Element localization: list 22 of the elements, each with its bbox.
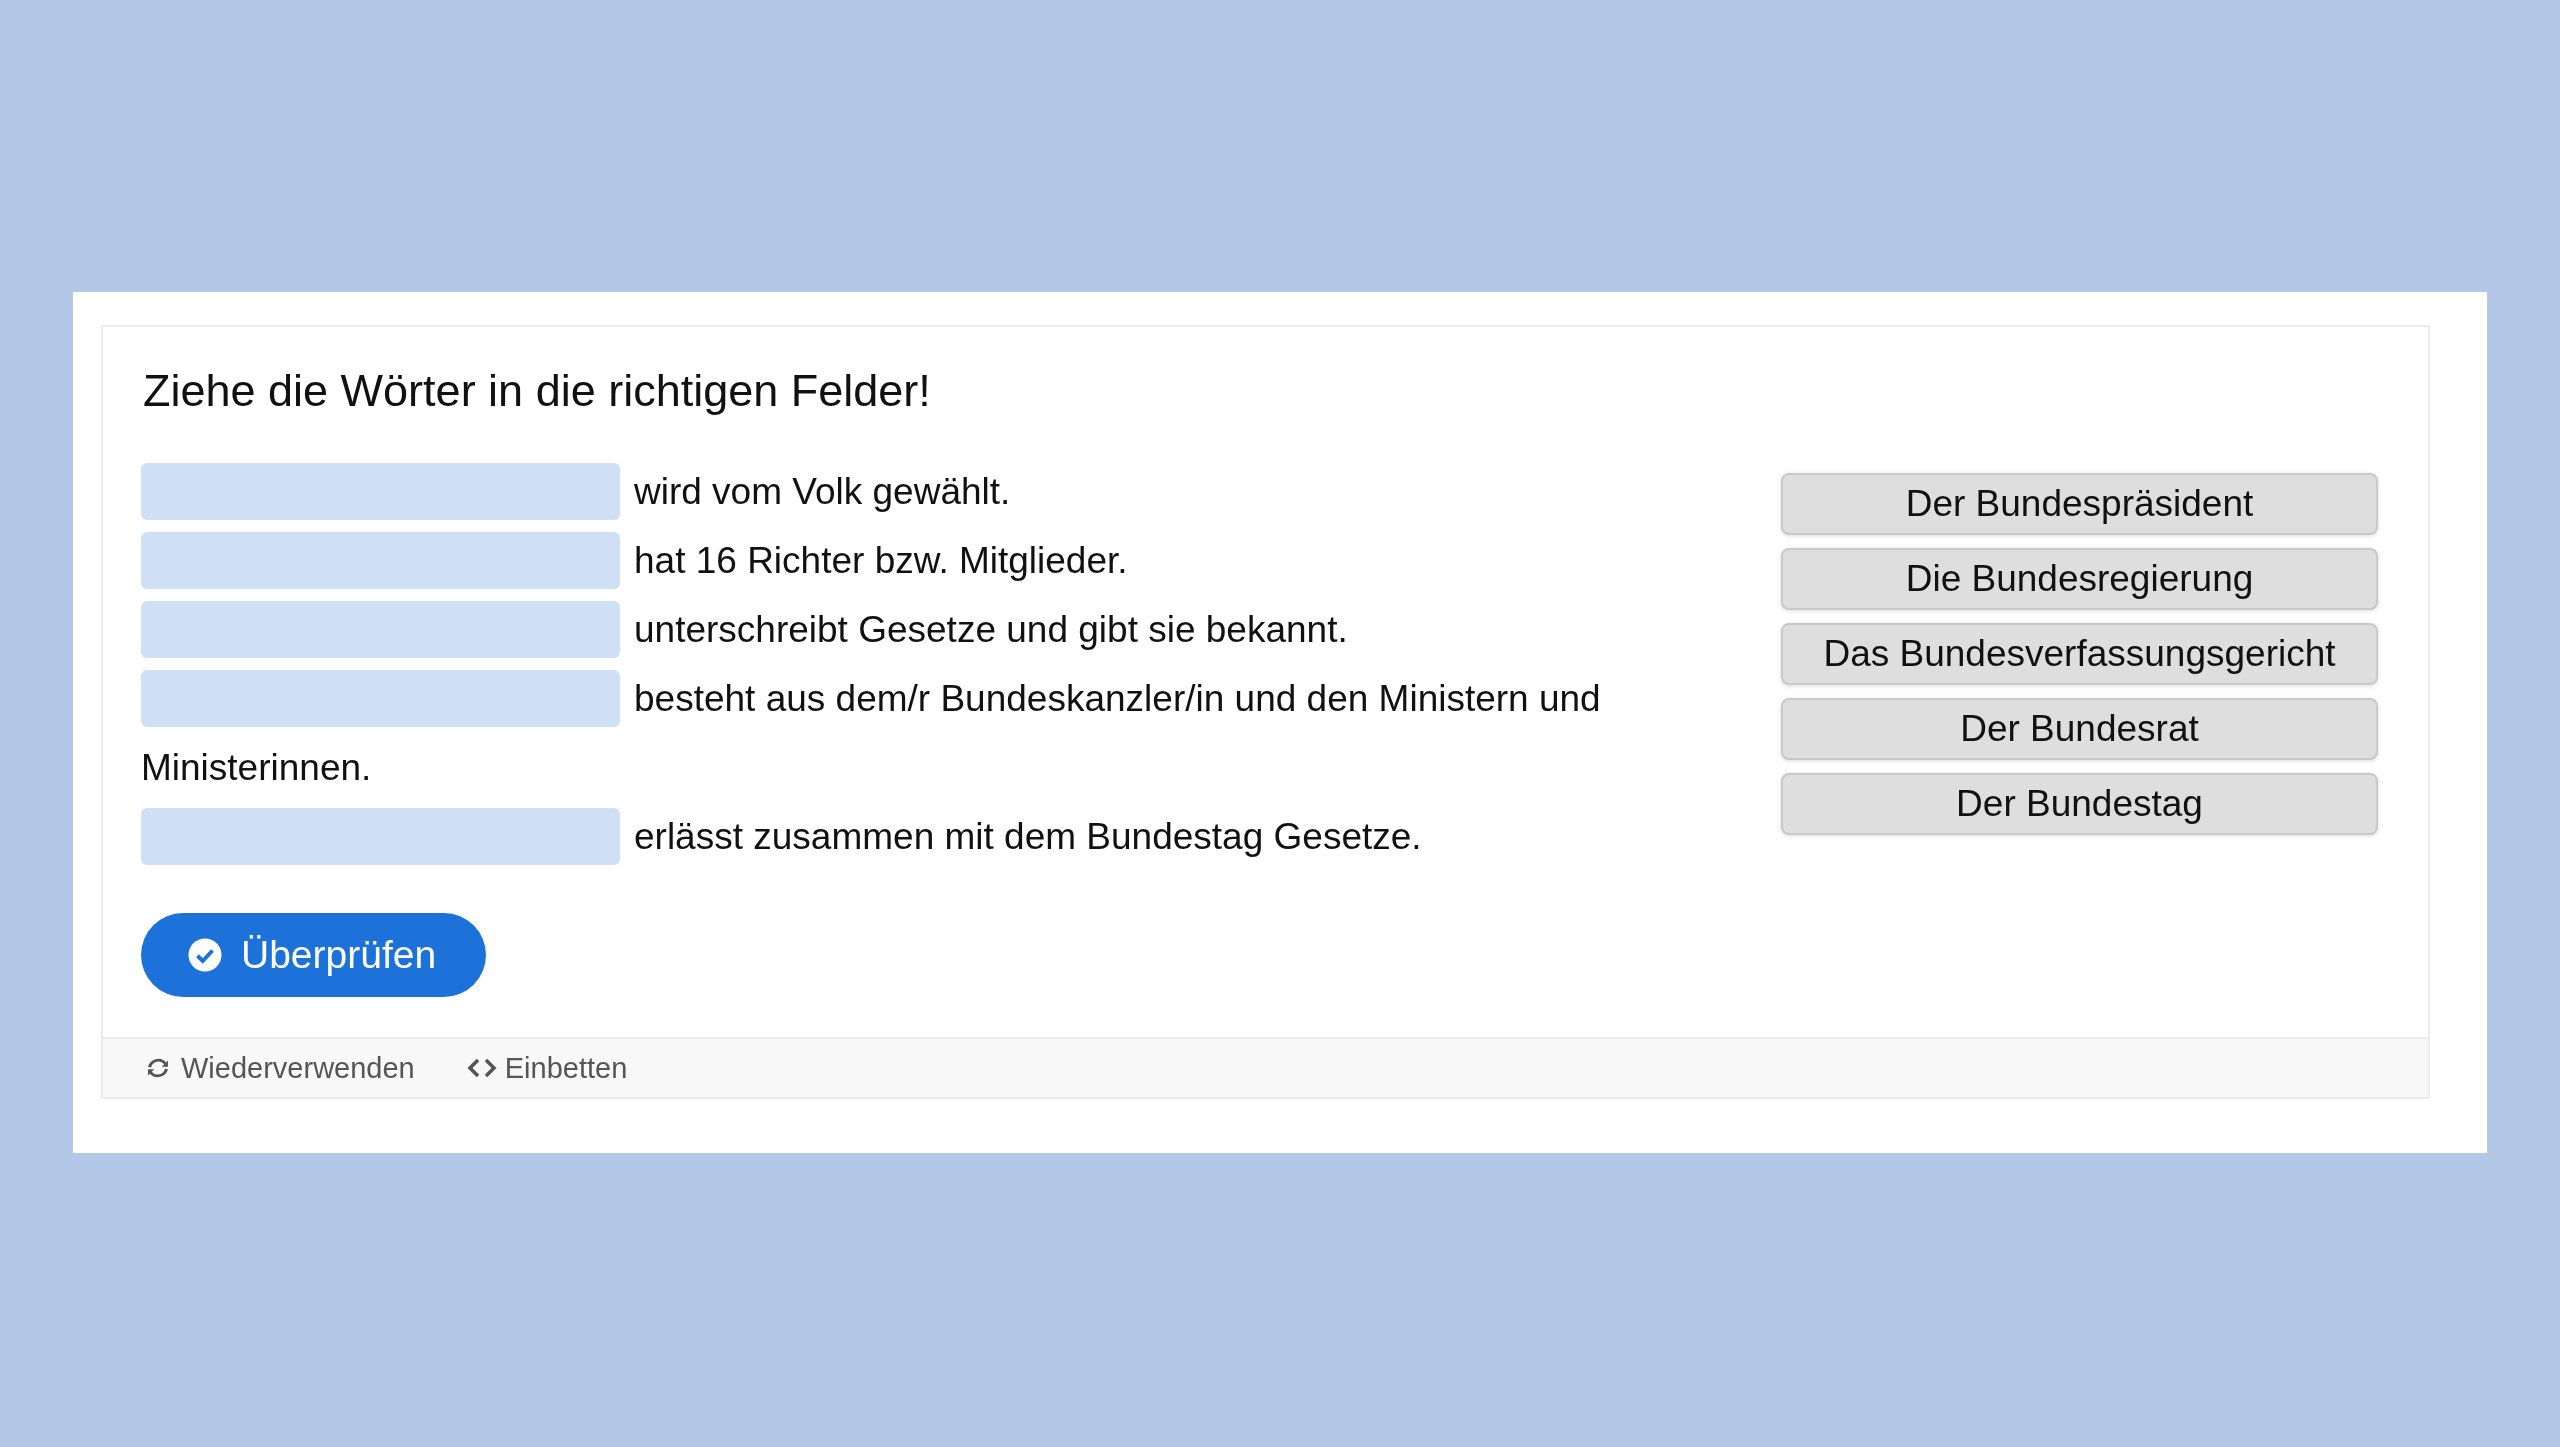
sentence: Ministerinnen. bbox=[141, 746, 372, 790]
code-icon bbox=[466, 1056, 497, 1080]
task-title: Ziehe die Wörter in die richtigen Felder! bbox=[143, 365, 932, 417]
drop-field[interactable] bbox=[141, 669, 620, 727]
sentence: wird vom Volk gewählt. bbox=[634, 471, 1011, 512]
footer-link[interactable]: Wiederverwenden bbox=[143, 1051, 415, 1085]
word-chip[interactable]: Der Bundestag bbox=[1781, 773, 2378, 835]
check-button[interactable]: Überprüfen bbox=[141, 913, 487, 997]
check-circle-icon bbox=[187, 937, 223, 973]
footer-link[interactable]: Einbetten bbox=[466, 1051, 628, 1085]
word-chip[interactable]: Das Bundesverfassungsgericht bbox=[1781, 623, 2378, 685]
word-chip[interactable]: Die Bundesregierung bbox=[1781, 548, 2378, 610]
sentence: hat 16 Richter bzw. Mitglieder. bbox=[634, 540, 1128, 581]
sentence: erlässt zusammen mit dem Bundestag Gesetze. bbox=[634, 816, 1422, 857]
drop-field[interactable] bbox=[141, 462, 620, 520]
sentence: besteht aus dem/r Bundeskanzler/in und den Ministern und bbox=[634, 678, 1601, 719]
word-chip[interactable]: Der Bundesrat bbox=[1781, 698, 2378, 760]
word-chip[interactable]: Der Bundespräsident bbox=[1781, 473, 2378, 535]
drop-field[interactable] bbox=[141, 531, 620, 589]
drop-field[interactable] bbox=[141, 807, 620, 865]
drop-field[interactable] bbox=[141, 600, 620, 658]
sentence: unterschreibt Gesetze und gibt sie bekannt. bbox=[634, 609, 1348, 650]
